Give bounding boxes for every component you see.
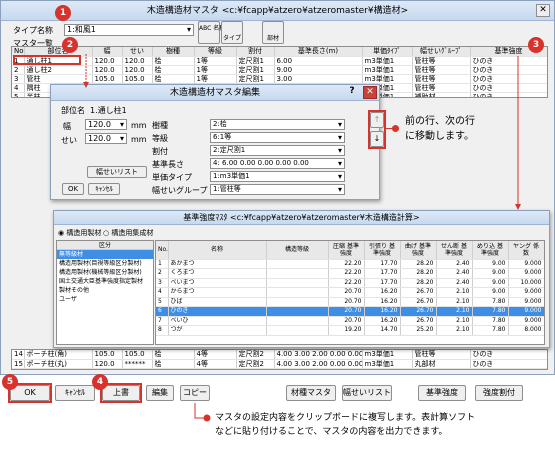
arrow-head-edit	[83, 82, 89, 88]
arrow-head-strength	[515, 204, 521, 210]
copy-annotation-text: マスタの設定内容をクリップボードに複写します。表計算ソフト などに貼り付けること…	[215, 413, 476, 437]
copy-connector	[194, 403, 204, 419]
copy-annotation: マスタの設定内容をクリップボードに複写します。表計算ソフト などに貼り付けること…	[215, 411, 475, 439]
annotation-arrows	[83, 54, 521, 422]
copy-connector-dot	[203, 414, 211, 422]
